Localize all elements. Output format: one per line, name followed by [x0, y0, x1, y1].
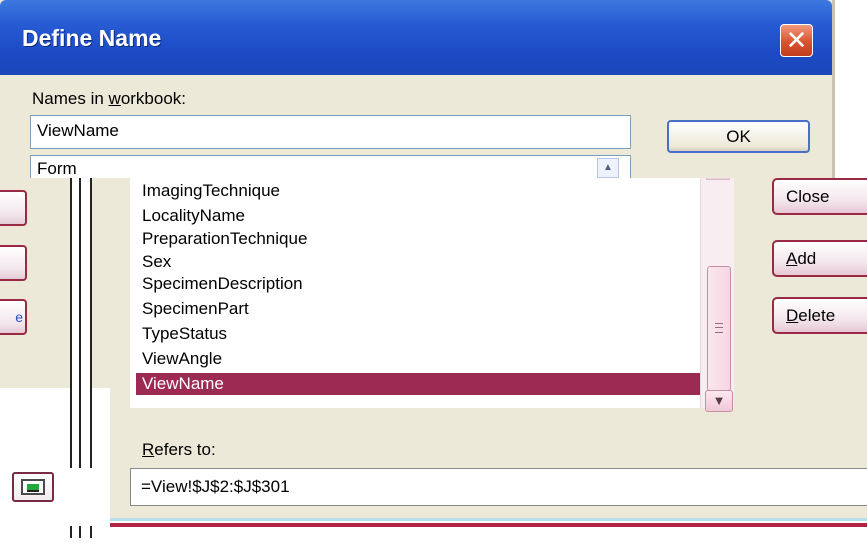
delete-accelerator: D — [786, 306, 799, 325]
label-accelerator: w — [108, 89, 121, 108]
magnified-view: e ImagingTechnique LocalityName Preparat… — [0, 178, 867, 550]
label-part: orkbook: — [120, 89, 187, 108]
collapse-dialog-button[interactable] — [12, 472, 54, 502]
names-in-workbook-label: Names in workbook: — [32, 89, 186, 109]
list-item[interactable]: TypeStatus — [142, 323, 227, 345]
frame-highlight — [110, 518, 867, 521]
collapse-dialog-icon — [21, 479, 45, 495]
names-list-top-row[interactable]: Form — [30, 155, 631, 179]
refers-to-label: Refers to: — [142, 440, 216, 460]
left-button-partial-3[interactable]: e — [0, 299, 27, 335]
delete-label-rest: elete — [798, 306, 836, 325]
label-part: Names in — [32, 89, 109, 108]
scroll-up-icon[interactable]: ▲ — [597, 158, 619, 178]
list-item[interactable]: SpecimenDescription — [142, 273, 303, 295]
frame-border — [110, 523, 867, 527]
name-input[interactable]: ViewName — [30, 115, 631, 149]
dialog-title: Define Name — [22, 25, 162, 51]
ok-button[interactable]: OK — [667, 120, 810, 153]
define-name-dialog: Define Name ✕ Names in workbook: ViewNam… — [0, 0, 835, 179]
add-accelerator: A — [786, 249, 798, 268]
refers-accelerator: R — [142, 440, 155, 459]
refers-to-input[interactable]: =View!$J$2:$J$301 — [130, 468, 867, 506]
delete-button[interactable]: Delete — [772, 297, 867, 334]
close-button[interactable]: Close — [772, 178, 867, 215]
list-item-selected[interactable]: ViewName — [136, 373, 704, 395]
grip-icon — [715, 323, 723, 333]
left-button-partial-2[interactable] — [0, 245, 27, 281]
names-listbox[interactable]: ImagingTechnique LocalityName Preparatio… — [130, 178, 704, 408]
list-item[interactable]: SpecimenPart — [142, 298, 249, 320]
left-button-partial-1[interactable] — [0, 190, 27, 226]
title-bar: Define Name ✕ — [0, 0, 832, 75]
add-label-rest: dd — [797, 249, 817, 268]
chevron-down-icon[interactable]: ▼ — [705, 390, 733, 412]
list-item[interactable]: PreparationTechnique — [142, 228, 307, 250]
list-item[interactable]: ImagingTechnique — [142, 180, 280, 202]
scroll-up-button[interactable] — [706, 178, 730, 180]
add-button[interactable]: Add — [772, 240, 867, 277]
list-item[interactable]: ViewAngle — [142, 348, 222, 370]
list-item[interactable]: Sex — [142, 251, 171, 273]
close-icon[interactable]: ✕ — [780, 24, 813, 57]
refers-label-rest: efers to: — [154, 440, 216, 459]
list-item[interactable]: LocalityName — [142, 205, 245, 227]
